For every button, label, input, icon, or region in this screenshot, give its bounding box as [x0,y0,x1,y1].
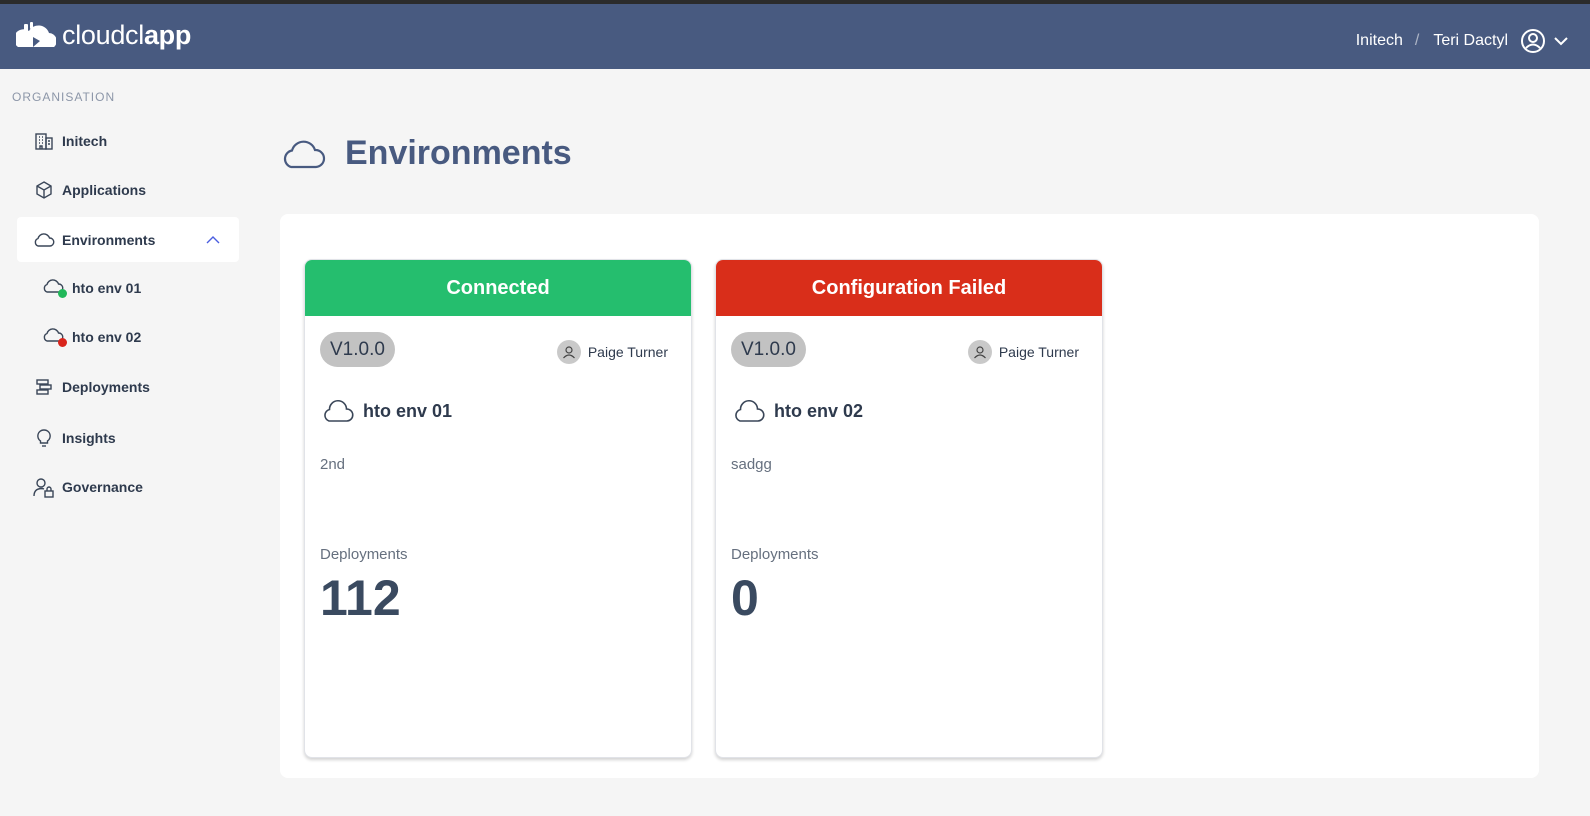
deployments-count: 0 [731,570,759,626]
sidebar-item-label: Environments [62,231,156,248]
environment-description: sadgg [731,456,772,473]
user-name[interactable]: Teri Dactyl [1433,32,1508,50]
owner-name: Paige Turner [998,344,1079,360]
page-header: Environments [280,134,572,173]
environment-card[interactable]: Configuration Failed V1.0.0 Paige Turner… [715,259,1103,758]
sidebar-subitem-label: hto env 01 [72,280,142,296]
environment-name: hto env 02 [774,400,864,421]
sidebar-item-governance[interactable]: Governance [17,464,239,509]
cloud-icon [33,229,55,251]
sidebar-subitem-hto-env-01[interactable]: hto env 01 [42,268,239,308]
owner: Paige Turner [556,340,668,364]
sidebar-subitem-label: hto env 02 [72,329,142,345]
status-banner: Connected [305,260,691,316]
version-badge: V1.0.0 [320,332,395,367]
sidebar-item-applications[interactable]: Applications [17,167,239,212]
owner: Paige Turner [967,340,1079,364]
sidebar-section-label: ORGANISATION [12,90,116,104]
lightbulb-icon [33,427,55,449]
sidebar: ORGANISATION Initech Applications Enviro… [0,69,255,816]
cloud-icon [735,400,765,422]
page-title: Environments [345,134,572,172]
status-dot [58,289,67,298]
chevron-down-icon [1554,36,1568,45]
sidebar-item-deployments[interactable]: Deployments [17,364,239,409]
cloud-icon [42,278,67,298]
sidebar-item-label: Insights [62,429,116,446]
version-badge: V1.0.0 [731,332,806,367]
chevron-up-icon[interactable] [205,232,221,248]
cloud-icon [283,140,326,168]
user-icon [562,346,575,359]
avatar [556,340,581,364]
environment-description: 2nd [320,456,346,473]
user-menu-button[interactable] [1520,28,1572,54]
environment-title: hto env 02 [732,399,863,423]
status-dot [58,338,67,347]
sidebar-item-label: Initech [62,132,108,149]
cloud-icon [324,400,354,422]
breadcrumb-separator: / [1414,31,1420,49]
environment-title: hto env 01 [321,399,452,423]
sidebar-item-label: Applications [62,181,147,198]
environments-panel: Connected V1.0.0 Paige Turner hto env 01… [280,214,1539,778]
app-logo[interactable]: cloudclapp [16,18,191,52]
app-logo-text: cloudclapp [62,19,192,50]
deployments-label: Deployments [731,546,819,563]
user-lock-icon [33,476,55,498]
box-icon [33,179,55,201]
sidebar-item-label: Deployments [62,378,150,395]
sidebar-item-environments[interactable]: Environments [17,217,239,262]
environment-card[interactable]: Connected V1.0.0 Paige Turner hto env 01… [304,259,692,758]
account-circle-icon [1521,28,1545,53]
top-bar: cloudclapp Initech / Teri Dactyl [0,4,1590,69]
user-icon [973,346,986,359]
sidebar-subitem-hto-env-02[interactable]: hto env 02 [42,317,239,357]
sidebar-item-label: Governance [62,478,143,495]
owner-name: Paige Turner [587,344,668,360]
environment-name: hto env 01 [363,400,453,421]
cloudclapp-logo-icon [16,22,56,47]
status-banner: Configuration Failed [716,260,1102,316]
avatar [967,340,992,364]
deployments-icon [33,376,55,398]
deployments-count: 112 [320,570,401,626]
sidebar-item-initech[interactable]: Initech [17,118,239,163]
deployments-label: Deployments [320,546,408,563]
building-icon [33,130,55,152]
sidebar-item-insights[interactable]: Insights [17,415,239,460]
cloud-icon [42,327,67,347]
breadcrumb-org[interactable]: Initech [1356,32,1403,50]
